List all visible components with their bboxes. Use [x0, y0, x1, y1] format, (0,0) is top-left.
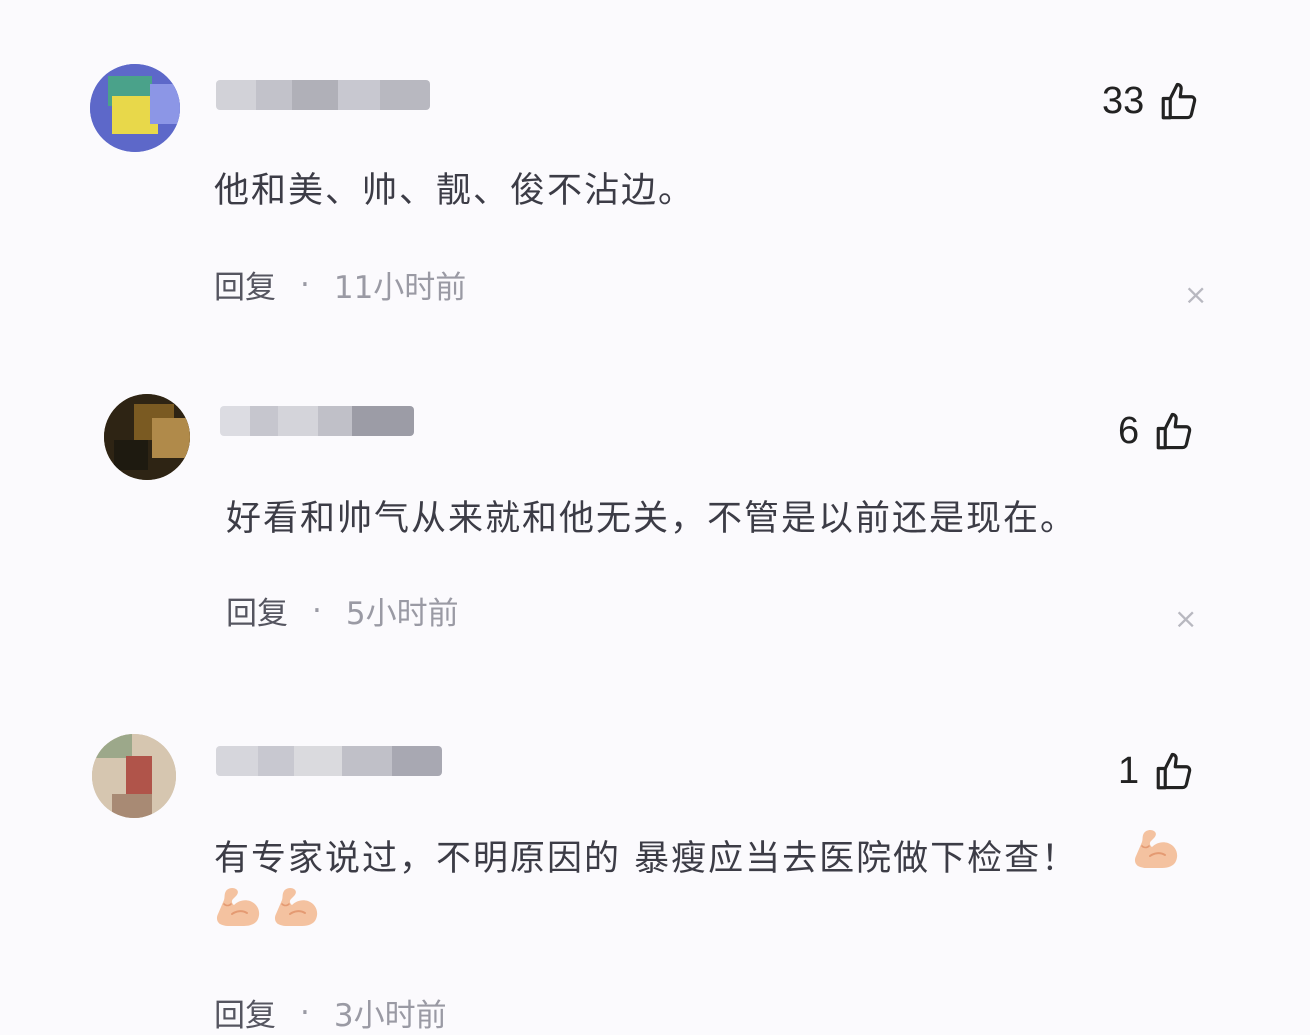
username-blurred[interactable]: [216, 746, 442, 776]
flexed-biceps-emoji-icon: [1132, 826, 1182, 874]
avatar-pixel: [92, 734, 132, 758]
reply-button[interactable]: 回复: [214, 990, 276, 1035]
timestamp: 3小时前: [333, 998, 447, 1034]
thumbs-up-icon[interactable]: [1153, 751, 1195, 793]
like-control[interactable]: 1: [1118, 750, 1195, 793]
like-count: 1: [1118, 750, 1140, 792]
avatar-pixel: [112, 794, 152, 818]
comment-meta: 回复 · 3小时前: [214, 990, 447, 1035]
comment-text: 有专家说过，不明原因的 暴瘦应当去医院做下检查！: [214, 839, 1079, 879]
comment-item: 1 有专家说过，不明原因的 暴瘦应当去医院做下检查！ 回复 · 3小时前: [0, 0, 1310, 1034]
flexed-biceps-emoji-icon: [272, 884, 322, 932]
separator-dot: ·: [300, 994, 310, 1031]
avatar[interactable]: [92, 734, 176, 818]
flexed-biceps-emoji-icon: [214, 884, 264, 932]
